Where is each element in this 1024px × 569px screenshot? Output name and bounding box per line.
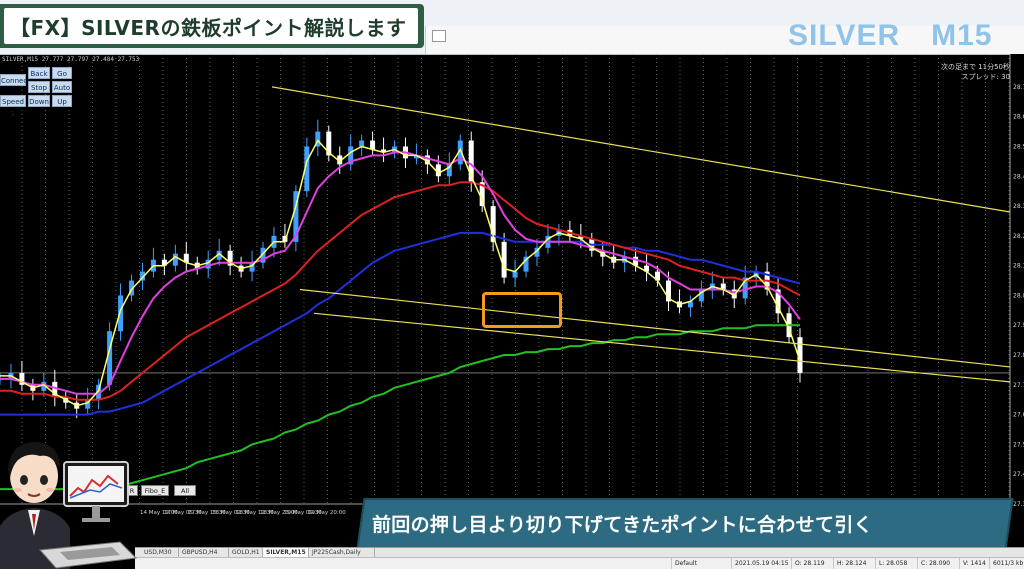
status-high: H: 28.124 [833,558,875,569]
tool-fibo-button[interactable]: Fibo_E [141,485,169,496]
price-tick-label: 28.6 [1013,114,1024,121]
status-datetime: 2021.05.19 04:15 [731,558,791,569]
price-tick-label: 28.4 [1013,173,1024,180]
tool-all-button[interactable]: All [174,485,196,496]
down-button[interactable]: Down [28,95,50,107]
time-tick-label: 19 May 20:00 [308,510,346,516]
middle-channel-trendline[interactable] [299,288,1011,368]
chart-ohlc-header: SILVER,M15 27.777 27.797 27.484 27.753 [2,56,140,63]
price-tick-label: 28.5 [1013,143,1024,150]
candle-body [359,140,365,147]
price-tick-label: 27.7 [1013,382,1024,389]
status-open: O: 28.119 [791,558,833,569]
speed-button[interactable]: Speed 1 [0,95,26,118]
status-close: C: 28.090 [917,558,959,569]
price-tick-label: 28.0 [1013,292,1024,299]
symbol-timeframe-label: SILVER M15 [788,19,993,52]
status-volume: V: 1414 [959,558,989,569]
back-button[interactable]: Back [28,67,50,79]
price-tick-label: 27.5 [1013,441,1024,448]
ma-20-line [0,151,801,395]
price-tick-label: 27.4 [1013,471,1024,478]
lower-channel-trendline[interactable] [313,312,1011,383]
status-bar: Default 2021.05.19 04:15 O: 28.119 H: 28… [135,557,1024,569]
video-title: 【FX】SILVERの鉄板ポイント解説します [10,15,407,40]
candle-body [501,241,507,278]
status-traffic: 6011/3 kb [989,558,1024,569]
window-restore-icon[interactable] [432,30,446,42]
price-tick-label: 28.2 [1013,233,1024,240]
go-button[interactable]: Go [52,67,72,79]
stop-button[interactable]: Stop [28,81,50,93]
price-tick-label: 28.1 [1013,263,1024,270]
bar-countdown: 次の足まで 11分50秒 [940,63,1010,71]
price-tick-label: 27.3 [1013,501,1024,508]
spread-readout: スプレッド: 30 [961,73,1011,81]
monitor-icon [63,461,129,522]
status-profile: Default [671,558,731,569]
price-tick-label: 27.9 [1013,322,1024,329]
status-low: L: 28.058 [875,558,917,569]
price-tick-label: 28.3 [1013,203,1024,210]
screenshot-stage: 【FX】SILVERの鉄板ポイント解説します SILVER M15 28.7 28… [0,0,1024,569]
candle-body [370,140,376,150]
subtitle-caption: 前回の押し目より切り下げてきたポイントに合わせて引く [372,514,873,536]
video-title-badge: 【FX】SILVERの鉄板ポイント解説します [0,4,424,48]
video-title-inner: 【FX】SILVERの鉄板ポイント解説します [4,8,418,44]
connect-button[interactable]: Connect [0,74,30,86]
auto-button[interactable]: Auto [52,81,72,93]
pullback-highlight-box [482,292,562,328]
price-tick-label: 28.7 [1013,84,1024,91]
presenter-avatar [0,442,138,569]
price-tick-label: 27.8 [1013,352,1024,359]
candle-body [512,271,518,278]
candle-body [118,295,124,332]
up-button[interactable]: Up [52,95,72,107]
price-tick-label: 27.6 [1013,412,1024,419]
candle-body [172,253,178,266]
ma-fast-line [0,139,801,407]
